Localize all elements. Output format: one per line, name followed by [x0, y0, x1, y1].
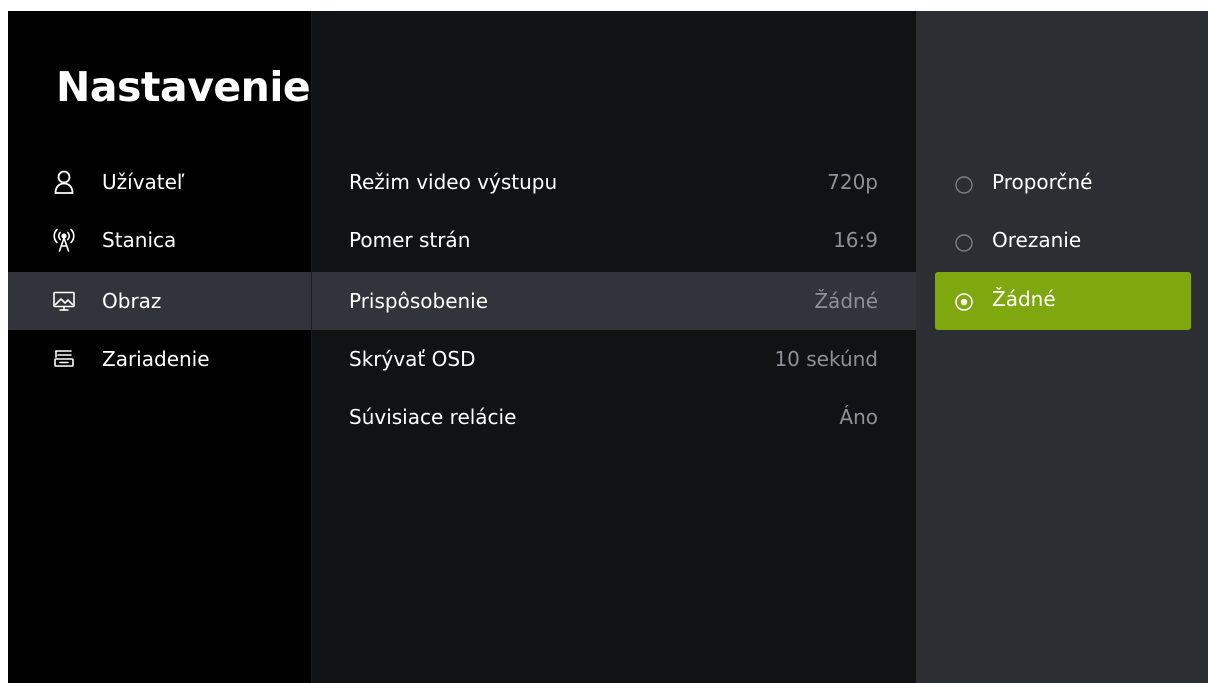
setting-value: Žádné: [814, 289, 878, 313]
user-icon: [52, 168, 76, 196]
option-crop[interactable]: Orezanie: [935, 213, 1191, 271]
option-proportional[interactable]: Proporčné: [935, 155, 1191, 213]
sidebar-item-device[interactable]: Zariadenie: [8, 330, 311, 388]
setting-value: 10 sekúnd: [774, 347, 878, 371]
option-none[interactable]: Žádné: [935, 272, 1191, 330]
setting-value: Áno: [839, 405, 878, 429]
setting-row-hide-osd[interactable]: Skrývať OSD 10 sekúnd: [312, 330, 916, 388]
setting-label: Režim video výstupu: [349, 170, 558, 194]
setting-value: 720p: [827, 170, 878, 194]
antenna-icon: [52, 226, 76, 254]
options-panel: Proporčné Orezanie Žádné: [916, 11, 1208, 683]
device-icon: [52, 345, 76, 373]
setting-row-related-programs[interactable]: Súvisiace relácie Áno: [312, 388, 916, 446]
setting-label: Skrývať OSD: [349, 347, 476, 371]
settings-screen: Nastavenie Užívateľ Stanica Obraz Zariad…: [8, 11, 1208, 683]
radio-checked-icon: [955, 292, 973, 311]
sidebar-item-station[interactable]: Stanica: [8, 211, 311, 269]
option-label: Proporčné: [992, 170, 1093, 194]
sidebar-item-label: Obraz: [102, 289, 162, 313]
sidebar: Nastavenie Užívateľ Stanica Obraz Zariad…: [8, 11, 311, 683]
page-title: Nastavenie: [56, 63, 311, 111]
setting-row-video-output[interactable]: Režim video výstupu 720p: [312, 153, 916, 211]
option-label: Orezanie: [992, 228, 1082, 252]
settings-list: Režim video výstupu 720p Pomer strán 16:…: [312, 11, 916, 683]
sidebar-item-picture[interactable]: Obraz: [8, 272, 311, 330]
setting-row-aspect-ratio[interactable]: Pomer strán 16:9: [312, 211, 916, 269]
picture-icon: [52, 287, 76, 315]
setting-label: Súvisiace relácie: [349, 405, 517, 429]
option-label: Žádné: [992, 287, 1056, 311]
setting-label: Pomer strán: [349, 228, 471, 252]
sidebar-item-user[interactable]: Užívateľ: [8, 153, 311, 211]
setting-row-fit[interactable]: Prispôsobenie Žádné: [312, 272, 916, 330]
radio-unchecked-icon: [955, 175, 973, 194]
radio-unchecked-icon: [955, 233, 973, 252]
setting-label: Prispôsobenie: [349, 289, 489, 313]
sidebar-item-label: Užívateľ: [102, 170, 185, 194]
setting-value: 16:9: [833, 228, 878, 252]
sidebar-item-label: Zariadenie: [102, 347, 210, 371]
sidebar-item-label: Stanica: [102, 228, 177, 252]
